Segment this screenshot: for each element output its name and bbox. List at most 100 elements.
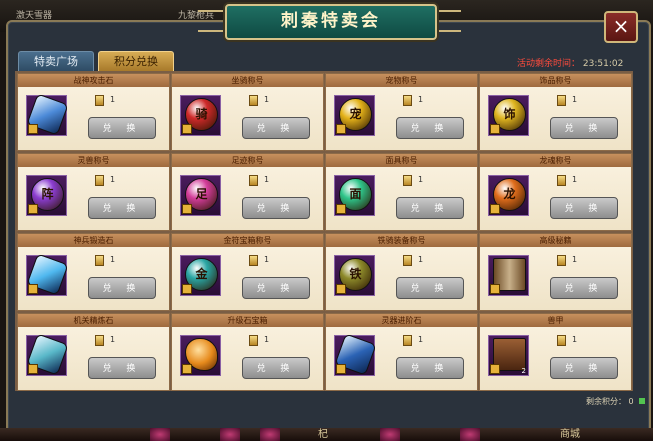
item-name: 龙魂称号 xyxy=(480,154,631,167)
item-name: 高级秘籍 xyxy=(480,234,631,247)
bottom-bar-text: 杞 xyxy=(318,429,328,440)
item-slot[interactable]: 饰 xyxy=(488,95,529,136)
exchange-card: 面具称号面 1 兑 换 xyxy=(325,153,478,231)
points-ticket-icon xyxy=(249,95,258,106)
bind-badge-icon xyxy=(28,364,38,374)
item-cost: 1 xyxy=(572,335,578,344)
exchange-card: 战神攻击石 1 兑 换 xyxy=(17,73,170,151)
item-slot[interactable]: 金 xyxy=(180,255,221,296)
exchange-button[interactable]: 兑 换 xyxy=(550,197,618,219)
points-indicator-icon xyxy=(639,398,646,404)
item-cost: 1 xyxy=(110,255,116,264)
exchange-button[interactable]: 兑 换 xyxy=(88,277,156,299)
skill-slot-icon[interactable] xyxy=(460,428,480,441)
bind-badge-icon xyxy=(182,204,192,214)
points-ticket-icon xyxy=(557,95,566,106)
item-slot[interactable]: 2 xyxy=(488,335,529,376)
item-cost: 1 xyxy=(110,95,116,104)
item-name: 神兵锻造石 xyxy=(18,234,169,247)
tab-sale-square[interactable]: 特卖广场 xyxy=(18,51,94,73)
bind-badge-icon xyxy=(182,284,192,294)
shop-button[interactable]: 商城 xyxy=(560,428,580,441)
exchange-button[interactable]: 兑 换 xyxy=(396,357,464,379)
skill-slot-icon[interactable] xyxy=(380,428,400,441)
points-ticket-icon xyxy=(403,335,412,346)
item-slot[interactable]: 宠 xyxy=(334,95,375,136)
item-slot[interactable] xyxy=(26,93,69,136)
points-ticket-icon xyxy=(95,175,104,186)
exchange-card: 金符宝箱称号金 1 兑 换 xyxy=(171,233,324,311)
item-slot[interactable]: 骑 xyxy=(180,95,221,136)
points-ticket-icon xyxy=(403,95,412,106)
exchange-button[interactable]: 兑 换 xyxy=(88,117,156,139)
item-name: 金符宝箱称号 xyxy=(172,234,323,247)
exchange-button[interactable]: 兑 换 xyxy=(88,357,156,379)
item-slot[interactable]: 阵 xyxy=(26,175,67,216)
exchange-button[interactable]: 兑 换 xyxy=(242,357,310,379)
exchange-button[interactable]: 兑 换 xyxy=(396,117,464,139)
exchange-button[interactable]: 兑 换 xyxy=(242,277,310,299)
exchange-button[interactable]: 兑 换 xyxy=(396,197,464,219)
exchange-button[interactable]: 兑 换 xyxy=(550,277,618,299)
item-slot[interactable]: 龙 xyxy=(488,175,529,216)
item-cost: 1 xyxy=(418,335,424,344)
item-slot[interactable]: 足 xyxy=(180,175,221,216)
item-name: 升级石宝箱 xyxy=(172,314,323,327)
exchange-card: 神兵锻造石 1 兑 换 xyxy=(17,233,170,311)
skill-slot-icon[interactable] xyxy=(150,428,170,441)
exchange-card: 机关精炼石 1 兑 换 xyxy=(17,313,170,391)
title-left-ornament xyxy=(198,10,226,32)
item-cost: 1 xyxy=(110,175,116,184)
exchange-card: 足迹称号足 1 兑 换 xyxy=(171,153,324,231)
item-cost: 1 xyxy=(572,175,578,184)
skill-slot-icon[interactable] xyxy=(220,428,240,441)
bind-badge-icon xyxy=(28,124,38,134)
points-ticket-icon xyxy=(557,335,566,346)
exchange-card: 坐骑称号骑 1 兑 换 xyxy=(171,73,324,151)
bind-badge-icon xyxy=(336,364,346,374)
item-cost: 1 xyxy=(110,335,116,344)
item-cost: 1 xyxy=(572,255,578,264)
exchange-card: 兽甲 2 1 兑 换 xyxy=(479,313,632,391)
points-ticket-icon xyxy=(403,175,412,186)
exchange-button[interactable]: 兑 换 xyxy=(396,277,464,299)
item-name: 面具称号 xyxy=(326,154,477,167)
item-slot[interactable] xyxy=(26,333,69,376)
bind-badge-icon xyxy=(182,124,192,134)
item-slot[interactable] xyxy=(334,333,377,376)
skill-slot-icon[interactable] xyxy=(260,428,280,441)
exchange-button[interactable]: 兑 换 xyxy=(242,197,310,219)
bind-badge-icon xyxy=(28,284,38,294)
game-bottom-bar: 杞 商城 xyxy=(0,428,653,441)
points-ticket-icon xyxy=(557,175,566,186)
item-cost: 1 xyxy=(264,255,270,264)
exchange-button[interactable]: 兑 换 xyxy=(88,197,156,219)
item-name: 饰品称号 xyxy=(480,74,631,87)
exchange-card: 灵兽称号阵 1 兑 换 xyxy=(17,153,170,231)
close-button[interactable]: × xyxy=(604,11,638,43)
item-slot[interactable] xyxy=(26,253,69,296)
title-right-ornament xyxy=(433,10,461,32)
item-name: 灵兽称号 xyxy=(18,154,169,167)
bind-badge-icon xyxy=(490,364,500,374)
item-slot[interactable] xyxy=(180,335,221,376)
exchange-card: 龙魂称号龙 1 兑 换 xyxy=(479,153,632,231)
points-ticket-icon xyxy=(249,175,258,186)
item-cost: 1 xyxy=(418,175,424,184)
exchange-card: 升级石宝箱 1 兑 换 xyxy=(171,313,324,391)
points-ticket-icon xyxy=(557,255,566,266)
exchange-button[interactable]: 兑 换 xyxy=(550,117,618,139)
exchange-card: 高级秘籍 1 兑 换 xyxy=(479,233,632,311)
item-cost: 1 xyxy=(418,95,424,104)
window-title: 刺秦特卖会 xyxy=(225,4,437,40)
item-slot[interactable]: 铁 xyxy=(334,255,375,296)
event-timer-value: 23:51:02 xyxy=(582,59,624,69)
tab-points-exchange[interactable]: 积分兑换 xyxy=(98,51,174,73)
exchange-button[interactable]: 兑 换 xyxy=(242,117,310,139)
exchange-button[interactable]: 兑 换 xyxy=(550,357,618,379)
item-name: 战神攻击石 xyxy=(18,74,169,87)
item-name: 足迹称号 xyxy=(172,154,323,167)
item-slot[interactable]: 面 xyxy=(334,175,375,216)
item-name: 兽甲 xyxy=(480,314,631,327)
item-slot[interactable] xyxy=(488,255,529,296)
